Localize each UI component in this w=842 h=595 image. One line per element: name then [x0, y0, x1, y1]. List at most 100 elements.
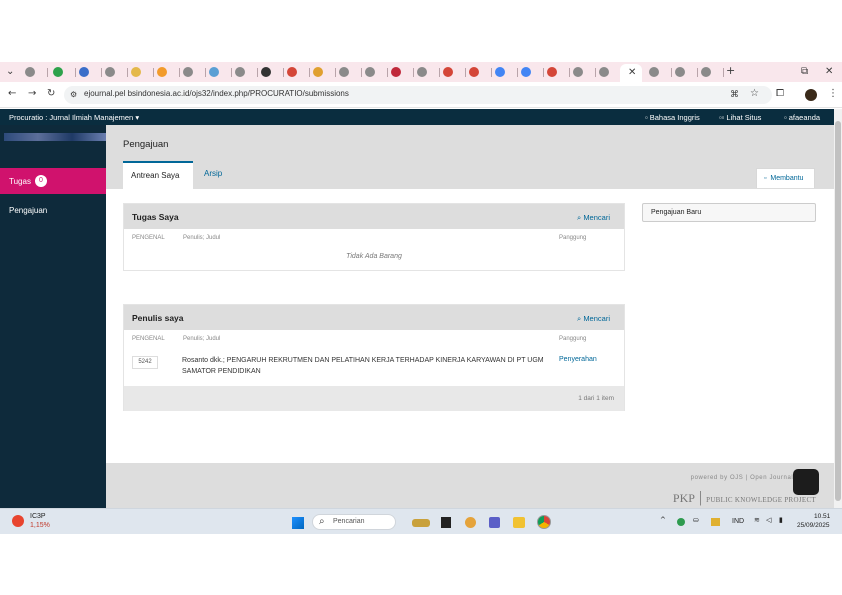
chat-widget-icon[interactable]	[793, 469, 819, 495]
google-icon	[521, 67, 531, 77]
column-header-id: PENGENAL	[132, 336, 165, 342]
search-label: Mencari	[583, 213, 610, 222]
help-button[interactable]: ▫ Membantu	[756, 168, 815, 188]
page-title: Pengajuan	[123, 139, 169, 150]
weather-icon[interactable]	[12, 515, 24, 527]
browser-tab[interactable]	[362, 66, 388, 79]
profile-avatar-icon[interactable]	[805, 89, 817, 101]
browser-tab[interactable]	[284, 66, 310, 79]
browser-tab[interactable]	[128, 66, 154, 79]
battery-icon[interactable]: ▮	[779, 514, 783, 526]
browser-tab[interactable]	[50, 66, 76, 79]
browser-tab[interactable]	[232, 66, 258, 79]
language-menu[interactable]: ▫ Bahasa Inggris	[645, 113, 700, 122]
tray-app-icon[interactable]: ⛀	[693, 514, 699, 526]
pagination-count: 1 dari 1 item	[578, 395, 614, 402]
globe-icon	[675, 67, 685, 77]
wifi-icon[interactable]: ≋	[754, 514, 760, 526]
browser-tab[interactable]	[672, 66, 698, 79]
forward-icon[interactable]: →	[28, 88, 36, 100]
edge-icon[interactable]	[465, 517, 476, 528]
browser-tab[interactable]	[336, 66, 362, 79]
browser-tab[interactable]	[492, 66, 518, 79]
browser-tab[interactable]	[544, 66, 570, 79]
tab-label: Arsip	[204, 169, 223, 178]
tray-overflow-icon[interactable]: ^	[660, 514, 666, 526]
ojs-header-bar: Procuratio : Jurnal Ilmiah Manajemen ▾ ▫…	[0, 109, 842, 125]
reload-icon[interactable]: ↻	[47, 88, 55, 100]
globe-icon	[599, 67, 609, 77]
site-info-icon[interactable]: ⚙	[70, 89, 77, 101]
sidebar-item-submissions[interactable]: Pengajuan	[9, 206, 47, 215]
panel-header: Tugas Saya ⌕ Mencari	[124, 204, 624, 229]
language-label: Bahasa Inggris	[649, 113, 700, 122]
column-header-stage: Panggung	[559, 235, 587, 241]
browser-tab[interactable]	[102, 66, 128, 79]
browser-tab[interactable]	[698, 66, 724, 79]
journal-logo[interactable]	[4, 133, 106, 141]
help-label: Membantu	[770, 175, 804, 182]
browser-tab[interactable]	[388, 66, 414, 79]
view-site-link[interactable]: ▫▫ Lihat Situs	[719, 113, 761, 122]
weather-change: 1,15%	[30, 522, 50, 529]
chrome-icon[interactable]	[537, 515, 551, 529]
file-explorer-icon[interactable]	[513, 517, 525, 528]
browser-tab[interactable]	[180, 66, 206, 79]
new-tab-icon[interactable]: +	[726, 65, 735, 77]
powered-by-text[interactable]: powered by OJS | Open Journal S...	[691, 475, 807, 481]
gmail-icon	[287, 67, 297, 77]
input-language[interactable]: IND	[732, 518, 744, 525]
browser-tab[interactable]	[154, 66, 180, 79]
close-tab-icon[interactable]: ✕	[628, 67, 636, 79]
url-field[interactable]: ⚙ ejournal.pel bsindonesia.ac.id/ojs32/i…	[64, 86, 772, 104]
page-scrollbar[interactable]	[834, 109, 842, 508]
tab-my-queue[interactable]: Antrean Saya	[123, 161, 193, 189]
browser-tab[interactable]	[206, 66, 232, 79]
search-button[interactable]: ⌕ Mencari	[577, 314, 610, 324]
tab-list-icon[interactable]: ⌄	[6, 66, 14, 78]
back-icon[interactable]: ←	[8, 88, 16, 100]
browser-tab[interactable]	[646, 66, 672, 79]
submission-title-link[interactable]: Rosanto dkk.; PENGARUH REKRUTMEN DAN PEL…	[182, 355, 550, 377]
submission-stage-link[interactable]: Penyerahan	[559, 356, 597, 363]
tab-archives[interactable]: Arsip	[196, 161, 236, 189]
browser-tab-active[interactable]: ✕	[620, 64, 642, 82]
site-icon	[313, 67, 323, 77]
windows-start-icon[interactable]	[292, 517, 304, 529]
clock-date[interactable]: 25/09/2025	[797, 522, 830, 529]
extensions-icon[interactable]: ⧠	[776, 88, 784, 100]
browser-tab[interactable]	[570, 66, 596, 79]
scrollbar-thumb[interactable]	[835, 121, 841, 501]
bookmark-star-icon[interactable]: ☆	[750, 88, 759, 100]
column-header-author-title: Penulis; Judul	[183, 235, 221, 241]
browser-menu-icon[interactable]: ⋮	[828, 88, 838, 100]
user-menu[interactable]: ▫ afaeanda	[784, 113, 820, 122]
close-window-icon[interactable]: ✕	[825, 66, 833, 78]
browser-tab[interactable]	[22, 66, 48, 79]
clock-time[interactable]: 10.51	[814, 513, 830, 520]
browser-tab[interactable]	[310, 66, 336, 79]
volume-icon[interactable]: ◁	[766, 514, 771, 526]
teams-icon[interactable]	[489, 517, 500, 528]
browser-tab[interactable]	[440, 66, 466, 79]
taskbar-search[interactable]: ⌕ Pencarian	[312, 514, 396, 530]
browser-tab[interactable]	[466, 66, 492, 79]
journal-switcher[interactable]: Procuratio : Jurnal Ilmiah Manajemen ▾	[9, 113, 139, 122]
browser-tab[interactable]	[596, 66, 622, 79]
sidebar-item-tasks[interactable]: Tugas 0	[0, 168, 106, 194]
tray-app-icon[interactable]	[711, 518, 720, 526]
new-submission-button[interactable]: Pengajuan Baru	[642, 203, 816, 222]
globe-icon	[25, 67, 35, 77]
restore-window-icon[interactable]: ⧉	[801, 66, 808, 78]
browser-tab[interactable]	[414, 66, 440, 79]
task-view-icon[interactable]	[441, 517, 451, 528]
browser-tab[interactable]	[258, 66, 284, 79]
browser-tab-strip: ⌄ ✕ + ⧉ ✕	[0, 62, 842, 82]
browser-tab[interactable]	[518, 66, 544, 79]
tray-app-icon[interactable]	[677, 518, 685, 526]
browser-tab[interactable]	[76, 66, 102, 79]
globe-icon	[235, 67, 245, 77]
whatsapp-icon	[53, 67, 63, 77]
search-button[interactable]: ⌕ Mencari	[577, 213, 610, 223]
translate-icon[interactable]: ⌘	[730, 89, 739, 101]
